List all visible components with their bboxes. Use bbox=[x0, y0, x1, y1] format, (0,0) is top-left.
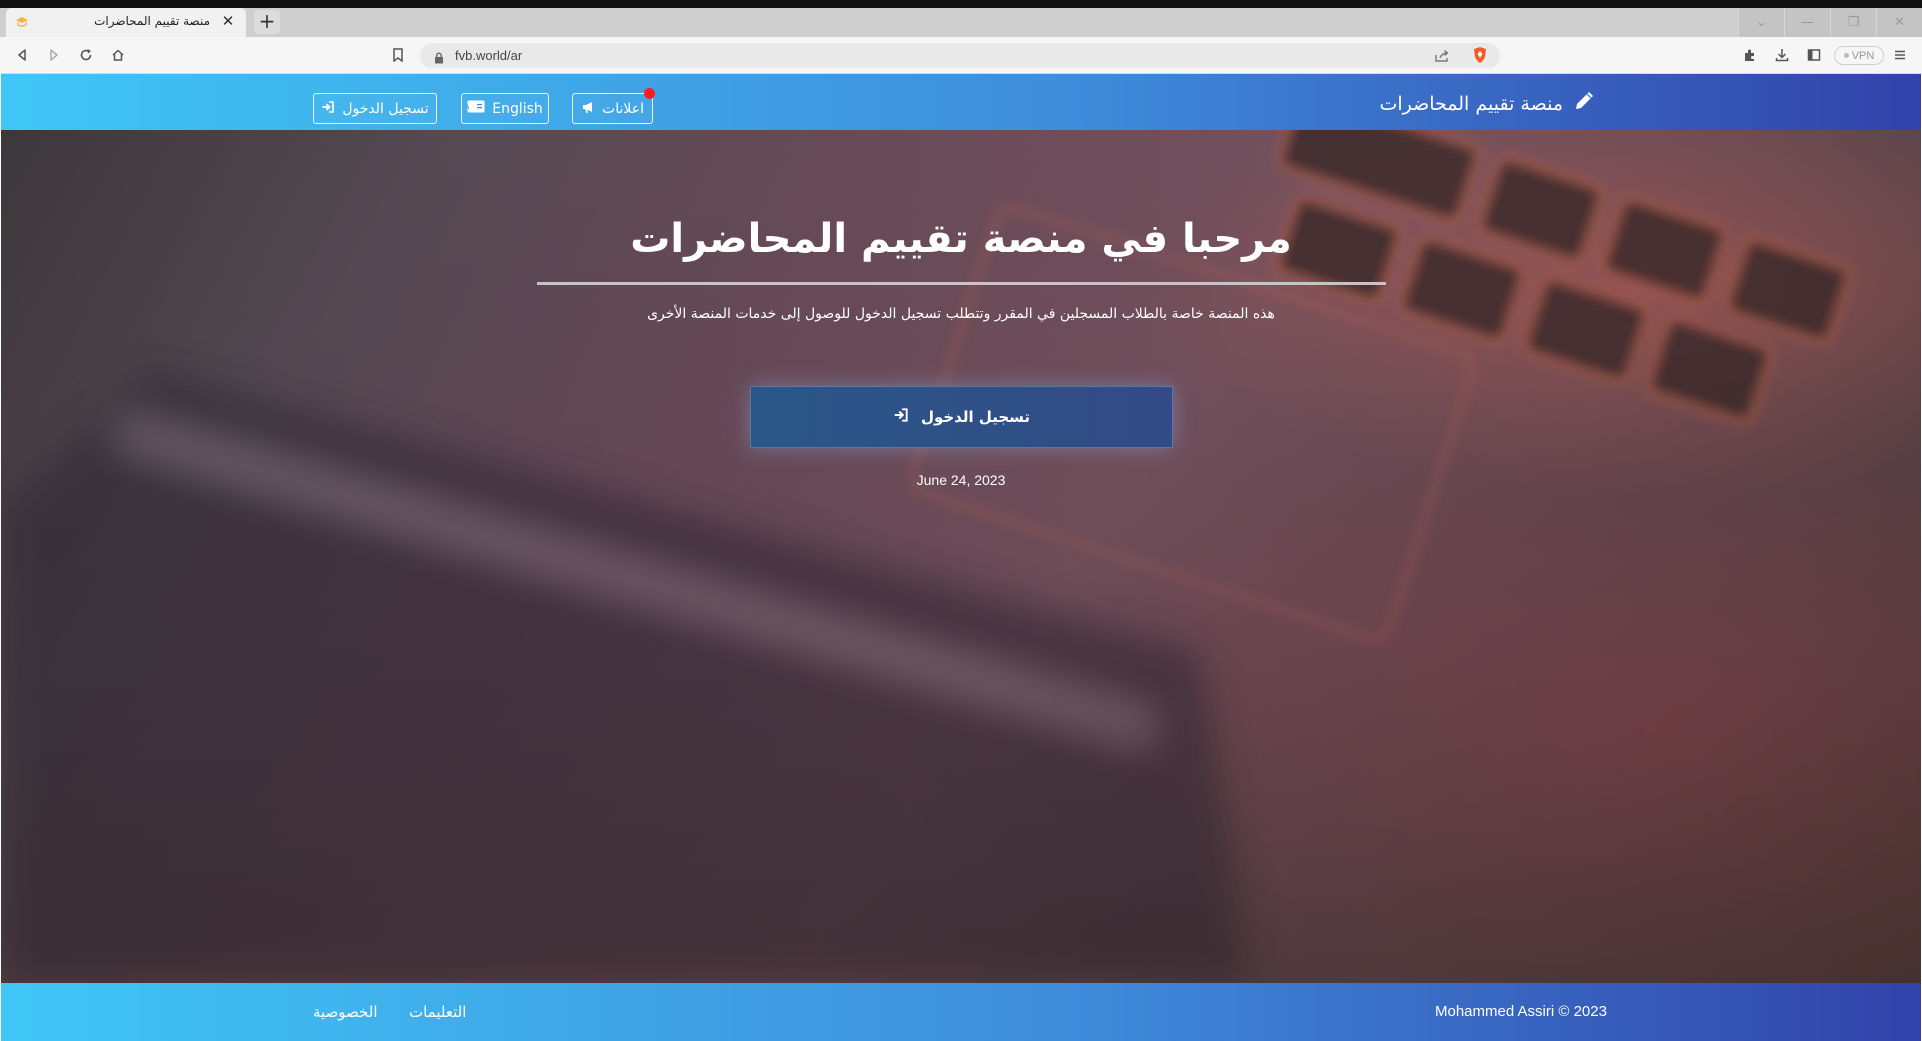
hero-date: June 24, 2023 bbox=[916, 472, 1006, 488]
vpn-label: VPN bbox=[1851, 49, 1875, 62]
vpn-button[interactable]: VPN bbox=[1834, 46, 1884, 65]
site-brand[interactable]: منصة تقييم المحاضرات bbox=[1379, 90, 1595, 117]
announcements-button[interactable]: اعلانات bbox=[572, 88, 655, 124]
sign-in-icon bbox=[321, 100, 335, 118]
forward-icon[interactable] bbox=[44, 45, 64, 65]
address-bar[interactable]: fvb.world/ar bbox=[420, 43, 1500, 68]
home-icon[interactable] bbox=[108, 45, 128, 65]
lock-icon bbox=[434, 49, 444, 68]
brand-pencil-icon bbox=[1573, 90, 1595, 117]
restore-icon[interactable]: ❐ bbox=[1830, 8, 1876, 37]
site-navbar: تسجيل الدخول English A اعلانات منصة تقيي… bbox=[1, 74, 1921, 130]
browser-tab[interactable]: منصة تقييم المحاضرات ✕ bbox=[6, 8, 246, 37]
site-favicon-icon bbox=[14, 14, 30, 30]
notification-dot bbox=[644, 88, 655, 99]
brand-title: منصة تقييم المحاضرات bbox=[1379, 92, 1563, 115]
new-tab-button[interactable]: + bbox=[254, 10, 280, 34]
megaphone-icon bbox=[581, 100, 595, 118]
bookmark-icon[interactable] bbox=[388, 45, 408, 65]
tab-search-dropdown-icon[interactable]: ⌄ bbox=[1738, 8, 1784, 37]
browser-toolbar: fvb.world/ar VPN bbox=[0, 37, 1922, 74]
sidebar-icon[interactable] bbox=[1804, 45, 1824, 65]
tab-close-icon[interactable]: ✕ bbox=[218, 11, 238, 31]
downloads-icon[interactable] bbox=[1772, 45, 1792, 65]
hero-login-button[interactable]: تسجيل الدخول bbox=[750, 386, 1173, 448]
nav-login-button[interactable]: تسجيل الدخول bbox=[313, 93, 437, 124]
hero-divider bbox=[537, 282, 1386, 285]
svg-text:A: A bbox=[467, 104, 470, 112]
web-page: تسجيل الدخول English A اعلانات منصة تقيي… bbox=[0, 74, 1922, 1041]
share-icon[interactable] bbox=[1434, 48, 1450, 67]
vpn-status-icon bbox=[1843, 53, 1849, 58]
screen: منصة تقييم المحاضرات ✕ + ⌄ — ❐ ✕ fvb.wor… bbox=[0, 0, 1922, 1041]
menu-icon[interactable] bbox=[1890, 45, 1910, 65]
language-english-button[interactable]: English A bbox=[461, 93, 549, 124]
minimize-icon[interactable]: — bbox=[1784, 8, 1830, 37]
close-window-icon[interactable]: ✕ bbox=[1876, 8, 1922, 37]
english-label: English bbox=[492, 100, 543, 117]
hero-title: مرحبا في منصة تقييم المحاضرات bbox=[630, 216, 1292, 262]
brave-shield-icon[interactable] bbox=[1472, 46, 1488, 68]
nav-login-label: تسجيل الدخول bbox=[342, 100, 429, 117]
announcements-label: اعلانات bbox=[602, 100, 644, 117]
back-icon[interactable] bbox=[12, 45, 32, 65]
site-footer: Mohammed Assiri © 2023 التعليمات الخصوصي… bbox=[1, 983, 1921, 1041]
footer-privacy-link[interactable]: الخصوصية bbox=[313, 1003, 377, 1021]
tab-title: منصة تقييم المحاضرات bbox=[94, 14, 210, 28]
sign-in-icon bbox=[893, 407, 909, 427]
footer-instructions-link[interactable]: التعليمات bbox=[409, 1003, 466, 1021]
hero-section: مرحبا في منصة تقييم المحاضرات هذه المنصة… bbox=[1, 130, 1921, 983]
extensions-icon[interactable] bbox=[1740, 45, 1760, 65]
reload-icon[interactable] bbox=[76, 45, 96, 65]
url-text: fvb.world/ar bbox=[455, 48, 523, 63]
language-icon: A bbox=[465, 100, 485, 117]
hero-login-label: تسجيل الدخول bbox=[920, 408, 1031, 426]
browser-tabstrip: منصة تقييم المحاضرات ✕ + ⌄ — ❐ ✕ bbox=[0, 0, 1922, 37]
window-controls: ⌄ — ❐ ✕ bbox=[1738, 8, 1922, 37]
hero-subtitle: هذه المنصة خاصة بالطلاب المسجلين في المق… bbox=[647, 306, 1275, 322]
footer-copyright: Mohammed Assiri © 2023 bbox=[1435, 1003, 1607, 1020]
